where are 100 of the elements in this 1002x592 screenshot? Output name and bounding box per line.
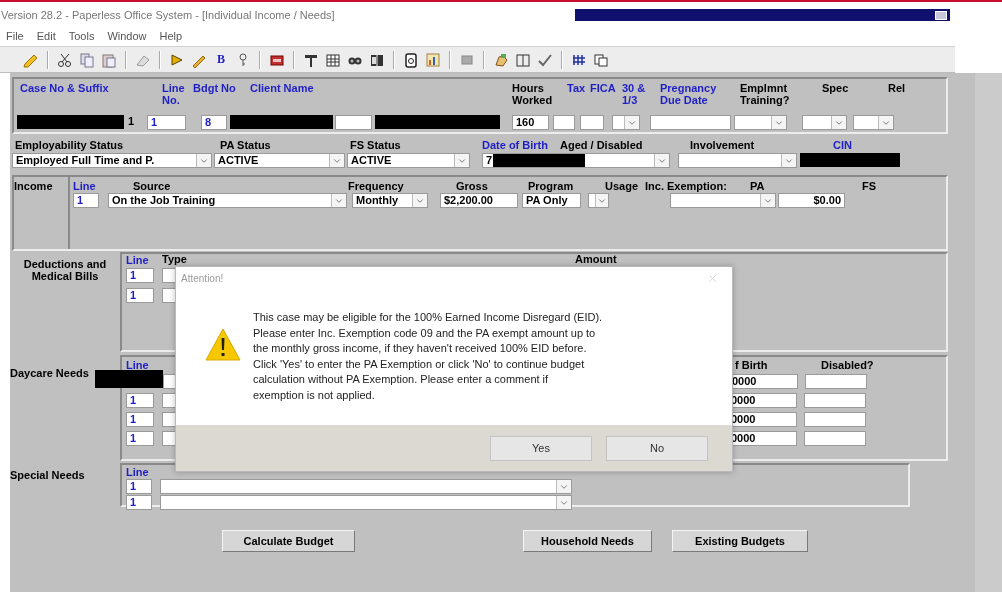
column-label: Date of Birth	[482, 139, 549, 151]
dropdown-field[interactable]	[853, 115, 894, 130]
text-field[interactable]	[804, 412, 866, 427]
text-field[interactable]: 1	[126, 479, 152, 494]
text-field[interactable]	[804, 393, 866, 408]
text-field[interactable]: 1	[126, 431, 154, 446]
copy-icon	[79, 51, 95, 68]
dropdown-field[interactable]: On the Job Training	[108, 193, 347, 208]
section-label: Deductions and Medical Bills	[22, 258, 108, 282]
dialog-button[interactable]: No	[606, 435, 708, 461]
dropdown-field[interactable]: 7	[482, 153, 670, 168]
column-label: Frequency	[348, 180, 405, 192]
column-label: Line	[126, 254, 150, 266]
text-field[interactable]	[805, 374, 867, 389]
text-field[interactable]	[335, 115, 372, 130]
column-label: Disabled?	[821, 359, 875, 371]
text-field[interactable]: PA Only	[522, 193, 581, 208]
text-field[interactable]	[804, 431, 866, 446]
text-field[interactable]: $0.00	[778, 193, 845, 208]
dropdown-button[interactable]	[831, 116, 846, 129]
dropdown-field[interactable]	[160, 479, 572, 494]
dropdown-button[interactable]	[654, 154, 669, 167]
text-field[interactable]: 160	[512, 115, 549, 130]
column-label: PA	[750, 180, 766, 192]
dropdown-button[interactable]	[781, 154, 796, 167]
menu-item[interactable]: Edit	[36, 30, 56, 42]
text-field[interactable]	[650, 115, 731, 130]
dropdown-button[interactable]	[196, 154, 211, 167]
dropdown-field[interactable]	[612, 115, 640, 130]
section-label: Daycare Needs	[10, 367, 90, 379]
text-field[interactable]: $2,200.00	[440, 193, 518, 208]
column-label: Pregnancy Due Date	[660, 82, 718, 106]
dropdown-value: Monthly	[355, 194, 400, 207]
dropdown-field[interactable]: Employed Full Time and P.	[12, 153, 212, 168]
toolbar-button[interactable]	[424, 50, 442, 69]
text-field[interactable]: 1	[73, 193, 99, 208]
arrow-icon	[169, 51, 185, 68]
column-label: Involvement	[690, 139, 756, 151]
column-label: Bdgt No	[193, 82, 237, 94]
text-field[interactable]: 1	[147, 115, 186, 130]
dropdown-button[interactable]	[760, 194, 775, 207]
dropdown-field[interactable]: ACTIVE	[214, 153, 345, 168]
dropdown-field[interactable]	[670, 193, 776, 208]
section-label: Special Needs	[10, 469, 86, 481]
form-button[interactable]: Calculate Budget	[222, 530, 355, 552]
dropdown-button[interactable]	[454, 154, 469, 167]
dropdown-button[interactable]	[556, 480, 571, 493]
menu-item[interactable]: Tools	[68, 30, 95, 42]
minimize-button[interactable]	[935, 10, 947, 20]
dropdown-button[interactable]	[878, 116, 893, 129]
dialog-message: This case may be eligible for the 100% Earned Income Disregard (EID). Please enter Inc. Exemption code 09 and the PA exempt amount up to the monthly gross income, if they haven't received 100% EID before. Click 'Yes' to enter the PA Exemption or click 'No' to continue budget calculation without PA Exemption. Please enter a comment if exemption is not applied.	[253, 310, 603, 403]
text-field[interactable]: 1	[126, 412, 154, 427]
windows-icon	[593, 51, 609, 68]
column-label: Client Name	[250, 82, 315, 94]
column-label: FICA	[590, 82, 617, 94]
dropdown-field[interactable]	[678, 153, 797, 168]
text-field[interactable]: 1	[126, 495, 152, 510]
dropdown-value: On the Job Training	[111, 194, 217, 207]
dialog-title: Attention!	[181, 272, 224, 284]
close-icon[interactable]	[707, 272, 718, 284]
text-field[interactable]: 8	[201, 115, 227, 130]
text-field[interactable]	[553, 115, 575, 130]
column-label: Line	[126, 466, 150, 478]
form-button[interactable]: Existing Budgets	[672, 530, 808, 552]
dropdown-button[interactable]	[412, 194, 427, 207]
menu-item[interactable]: Window	[107, 30, 147, 42]
text-field[interactable]: 0000	[730, 374, 798, 389]
table-icon	[325, 51, 341, 68]
text-field[interactable]	[580, 115, 604, 130]
column-label: f Birth	[735, 359, 769, 371]
column-label: Employability Status	[15, 139, 125, 151]
dropdown-field[interactable]	[734, 115, 787, 130]
form-button[interactable]: Household Needs	[523, 530, 652, 552]
dropdown-button[interactable]	[556, 496, 571, 509]
column-label: Case No & Suffix	[20, 82, 110, 94]
text-field[interactable]: 1	[126, 288, 154, 303]
column-label: CIN	[833, 139, 853, 151]
dropdown-button[interactable]	[595, 194, 608, 207]
dropdown-field[interactable]: Monthly	[352, 193, 428, 208]
column-label: Program	[528, 180, 575, 192]
dropdown-button[interactable]	[771, 116, 786, 129]
dropdown-value: 7	[485, 154, 494, 167]
column-label: FS Status	[350, 139, 402, 151]
dropdown-field[interactable]: ACTIVE	[347, 153, 470, 168]
dropdown-button[interactable]	[624, 116, 639, 129]
dropdown-field[interactable]	[588, 193, 609, 208]
dropdown-field[interactable]	[802, 115, 847, 130]
chart-icon	[425, 51, 441, 68]
text-field[interactable]: 1	[126, 268, 154, 283]
dropdown-button[interactable]	[329, 154, 344, 167]
dropdown-button[interactable]	[331, 194, 346, 207]
text-field[interactable]: 1	[126, 393, 154, 408]
column-label: Amount	[575, 254, 618, 265]
column-label: Gross	[456, 180, 489, 192]
suffix-text: 1	[127, 115, 136, 129]
bold-button[interactable]: B	[212, 50, 230, 69]
menu-item[interactable]: File	[6, 30, 24, 42]
dropdown-field[interactable]	[160, 495, 572, 510]
dialog-button[interactable]: Yes	[490, 435, 592, 461]
menu-item[interactable]: Help	[159, 30, 183, 42]
